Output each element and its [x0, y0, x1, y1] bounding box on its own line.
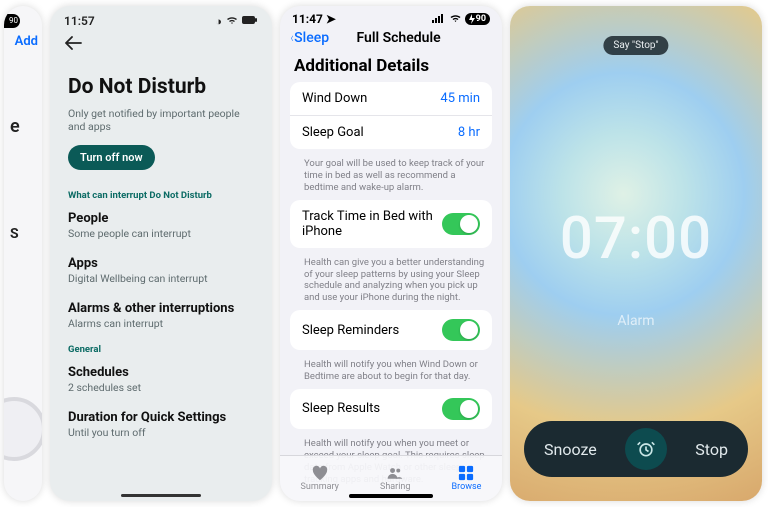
wifi-icon	[226, 15, 238, 28]
voice-hint-pill: Say "Stop"	[603, 36, 668, 55]
grid-icon	[457, 465, 475, 481]
row-sleep-goal[interactable]: Sleep Goal 8 hr	[290, 116, 492, 149]
toggle-track-time[interactable]	[442, 213, 480, 235]
status-bar: 11:47 ➤ 90	[280, 6, 502, 28]
status-bar: 11:57 ◑	[50, 6, 272, 28]
row-label: Track Time in Bed with iPhone	[302, 209, 442, 239]
tab-summary[interactable]: Summary	[301, 465, 339, 492]
home-indicator[interactable]	[349, 494, 433, 498]
row-label: Sleep Reminders	[302, 323, 399, 338]
row-title: Alarms & other interruptions	[68, 301, 254, 316]
turn-off-now-button[interactable]: Turn off now	[68, 145, 155, 170]
row-desc: Alarms can interrupt	[68, 317, 254, 330]
section-header: Additional Details	[280, 52, 502, 82]
alarm-clock-icon	[636, 439, 656, 459]
page-title: Do Not Disturb	[50, 55, 272, 107]
stop-button[interactable]: Stop	[695, 440, 728, 459]
track-description: Health can give you a better understandi…	[280, 254, 502, 311]
tab-browse[interactable]: Browse	[452, 465, 482, 492]
status-icons: ◑	[215, 15, 258, 28]
row-sleep-reminders[interactable]: Sleep Reminders	[290, 310, 492, 350]
nav-title: Full Schedule	[305, 30, 492, 46]
status-icons: 90	[432, 13, 490, 26]
alarm-center-button[interactable]	[625, 428, 667, 470]
row-title: People	[68, 211, 254, 226]
section-interrupt-label: What can interrupt Do Not Disturb	[50, 184, 272, 203]
row-desc: Until you turn off	[68, 426, 254, 439]
heart-icon	[311, 465, 329, 481]
row-label: Sleep Results	[302, 401, 380, 416]
back-button[interactable]	[50, 28, 272, 55]
battery-pill: 90	[4, 14, 20, 28]
alarm-label: Alarm	[617, 313, 654, 329]
wifi-icon	[449, 13, 462, 26]
row-title: Duration for Quick Settings	[68, 410, 254, 425]
row-title: Apps	[68, 256, 254, 271]
people-icon	[386, 465, 404, 481]
status-time: 11:47 ➤	[292, 12, 336, 26]
row-wind-down[interactable]: Wind Down 45 min	[290, 82, 492, 116]
row-value: 45 min	[440, 91, 480, 106]
toggle-sleep-results[interactable]	[442, 398, 480, 420]
row-apps[interactable]: Apps Digital Wellbeing can interrupt	[50, 248, 272, 293]
row-track-time[interactable]: Track Time in Bed with iPhone	[290, 200, 492, 248]
phone-ios-sleep: 11:47 ➤ 90 ‹Sleep Full Schedule Addition…	[280, 6, 502, 501]
toggle-sleep-reminders[interactable]	[442, 319, 480, 341]
phone-alarm: Say "Stop" 07:00 Alarm Snooze Stop	[510, 6, 762, 501]
row-desc: 2 schedules set	[68, 381, 254, 394]
row-label: Wind Down	[302, 91, 367, 106]
row-value: 8 hr	[458, 125, 480, 140]
battery-icon	[242, 15, 258, 28]
row-sleep-results[interactable]: Sleep Results	[290, 389, 492, 429]
reminders-description: Health will notify you when Wind Down or…	[280, 356, 502, 389]
truncated-title-letter: e	[10, 116, 20, 137]
nav-bar: ‹Sleep Full Schedule	[280, 28, 502, 52]
tab-sharing[interactable]: Sharing	[380, 465, 410, 492]
goal-description: Your goal will be used to keep track of …	[280, 155, 502, 200]
snooze-button[interactable]: Snooze	[544, 440, 597, 459]
mode-dial[interactable]	[4, 397, 42, 461]
row-schedules[interactable]: Schedules 2 schedules set	[50, 357, 272, 402]
phone-dnd: 11:57 ◑ Do Not Disturb Only get notified…	[50, 6, 272, 501]
status-time: 11:57	[64, 14, 95, 28]
alarm-actions: Snooze Stop	[524, 421, 748, 477]
phone-sliver: 90 Add e S	[4, 6, 42, 501]
page-subtitle: Only get notified by important people an…	[50, 107, 272, 145]
section-letter: S	[10, 226, 19, 242]
home-indicator[interactable]	[121, 494, 201, 497]
row-duration[interactable]: Duration for Quick Settings Until you tu…	[50, 402, 272, 447]
settings-list: Wind Down 45 min Sleep Goal 8 hr	[280, 82, 502, 149]
cellular-icon	[432, 13, 446, 26]
tab-bar: Summary Sharing Browse	[280, 455, 502, 501]
section-general-label: General	[50, 338, 272, 357]
row-desc: Digital Wellbeing can interrupt	[68, 272, 254, 285]
four-phones-row: 90 Add e S 11:57 ◑ Do Not Disturb Only g…	[0, 0, 768, 507]
row-label: Sleep Goal	[302, 125, 364, 140]
row-desc: Some people can interrupt	[68, 227, 254, 240]
row-alarms[interactable]: Alarms & other interruptions Alarms can …	[50, 293, 272, 338]
location-icon: ➤	[326, 12, 336, 26]
add-button[interactable]: Add	[15, 34, 38, 49]
row-people[interactable]: People Some people can interrupt	[50, 203, 272, 248]
row-title: Schedules	[68, 365, 254, 380]
dnd-moon-icon: ◑	[215, 15, 222, 28]
alarm-time: 07:00	[560, 205, 712, 273]
battery-badge: 90	[465, 13, 490, 25]
